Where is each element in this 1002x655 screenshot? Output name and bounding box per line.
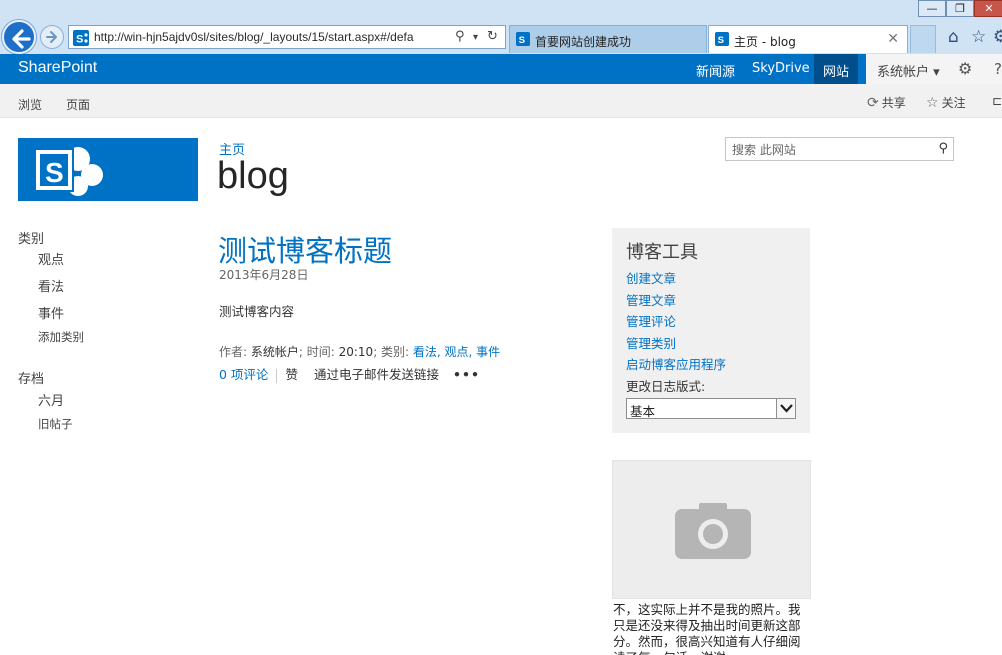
post-title[interactable]: 测试博客标题 <box>218 228 392 270</box>
tool-link-manage-comments[interactable]: 管理评论 <box>626 311 676 330</box>
tools-gear-icon[interactable]: ⚙ <box>993 27 1002 47</box>
meta-categories[interactable]: 看法, 观点, 事件 <box>413 345 500 359</box>
tool-link-manage-posts[interactable]: 管理文章 <box>626 290 676 309</box>
tool-link-launch-blog-app[interactable]: 启动博客应用程序 <box>626 354 726 373</box>
search-placeholder: 搜索 此网站 <box>732 143 796 157</box>
more-options-icon[interactable]: ••• <box>453 367 480 382</box>
focus-content-icon[interactable]: ⊏ <box>992 94 1002 108</box>
nav-item-add-category[interactable]: 添加类别 <box>38 329 84 345</box>
share-icon: ⟳ <box>867 95 879 111</box>
minimize-button[interactable]: — <box>918 0 946 17</box>
tab-label: 首要网站创建成功 <box>535 35 632 49</box>
post-date: 2013年6月28日 <box>219 268 309 282</box>
nav-item-category[interactable]: 观点 <box>38 249 64 268</box>
divider <box>276 368 278 383</box>
ribbon-tab-browse[interactable]: 浏览 <box>18 96 42 113</box>
post-body: 测试博客内容 <box>219 304 295 319</box>
photo-caption: 不，这实际上并不是我的照片。我只是还没来得及抽出时间更新这部分。然而，很高兴知道… <box>613 602 801 655</box>
photo-placeholder <box>612 460 811 599</box>
blog-tools-heading: 博客工具 <box>626 242 698 263</box>
minimize-icon: — <box>926 2 938 15</box>
sharepoint-favicon-icon: S <box>516 32 530 46</box>
user-menu[interactable]: 系统帐户 ▾ ⚙ ? <box>866 54 1002 84</box>
camera-icon <box>675 503 751 559</box>
meta-author-label: 作者: <box>219 345 251 359</box>
refresh-icon[interactable]: ↻ <box>487 29 498 44</box>
sharepoint-brand[interactable]: SharePoint <box>18 59 97 77</box>
suite-link-newsfeed[interactable]: 新闻源 <box>696 61 735 80</box>
site-logo[interactable]: S <box>18 138 198 201</box>
nav-heading-archive[interactable]: 存档 <box>18 368 44 387</box>
email-link-button[interactable]: 通过电子邮件发送链接 <box>314 367 439 382</box>
svg-text:S: S <box>76 34 83 46</box>
sharepoint-logo-icon: S <box>34 147 103 196</box>
follow-label: 关注 <box>941 96 966 110</box>
share-label: 共享 <box>881 96 906 110</box>
arrow-right-icon <box>46 31 57 43</box>
search-icon[interactable]: ⚲ <box>938 141 948 156</box>
select-dropdown-button[interactable] <box>776 399 795 418</box>
ribbon-bar: 浏览 页面 ⟳ 共享 ☆ 关注 ⊏ <box>0 84 1002 118</box>
ribbon-tab-page[interactable]: 页面 <box>66 96 90 113</box>
back-button[interactable] <box>2 20 36 54</box>
star-icon: ☆ <box>926 95 939 111</box>
suite-bar: SharePoint 新闻源 SkyDrive 网站 系统帐户 ▾ ⚙ ? <box>0 54 1002 84</box>
chevron-down-icon <box>780 404 793 413</box>
site-search-input[interactable]: 搜索 此网站 ⚲ <box>725 137 954 161</box>
close-icon: ✕ <box>984 2 994 15</box>
new-tab-button[interactable] <box>910 25 936 53</box>
nav-item-archive[interactable]: 六月 <box>38 390 64 409</box>
post-actions: 0 项评论 赞 通过电子邮件发送链接 ••• <box>219 364 480 383</box>
layout-style-label: 更改日志版式: <box>626 379 706 394</box>
address-url[interactable]: http://win-hjn5ajdv0sl/sites/blog/_layou… <box>94 30 426 44</box>
search-icon[interactable]: ⚲ <box>455 29 465 44</box>
arrow-left-icon <box>12 29 31 49</box>
forward-button[interactable] <box>40 25 64 49</box>
tab-label: 主页 - blog <box>734 35 796 49</box>
tool-link-create-post[interactable]: 创建文章 <box>626 268 676 287</box>
settings-gear-icon[interactable]: ⚙ <box>958 59 972 78</box>
sharepoint-favicon-icon: S <box>73 30 89 46</box>
tool-link-manage-categories[interactable]: 管理类别 <box>626 333 676 352</box>
sharepoint-favicon-icon: S <box>715 32 729 46</box>
svg-text:S: S <box>519 35 526 46</box>
comments-link[interactable]: 0 项评论 <box>219 367 268 382</box>
tab-home-blog[interactable]: S 主页 - blog ✕ <box>708 25 908 53</box>
restore-icon: ❐ <box>955 2 965 15</box>
suite-link-skydrive[interactable]: SkyDrive <box>752 61 810 76</box>
svg-text:S: S <box>718 35 725 46</box>
meta-time: 20:10 <box>338 345 374 359</box>
tab-site-created[interactable]: S 首要网站创建成功 <box>509 25 707 53</box>
dropdown-icon[interactable]: ▾ <box>473 32 478 43</box>
post-meta: 作者: 系统帐户; 时间: 20:10; 类别: 看法, 观点, 事件 <box>219 343 500 360</box>
like-button[interactable]: 赞 <box>285 367 298 382</box>
nav-heading-categories[interactable]: 类别 <box>18 228 44 247</box>
follow-button[interactable]: ☆ 关注 <box>926 94 966 111</box>
layout-style-select[interactable]: 基本 <box>626 398 796 419</box>
nav-item-category[interactable]: 看法 <box>38 276 64 295</box>
share-button[interactable]: ⟳ 共享 <box>867 94 906 111</box>
suite-link-sites[interactable]: 网站 <box>814 54 859 84</box>
meta-author: 系统帐户 <box>250 345 299 359</box>
browser-toolbar: — ❐ ✕ S http://win-hjn5ajdv0sl/sites/blo… <box>0 0 1002 54</box>
home-icon[interactable]: ⌂ <box>948 27 959 47</box>
blog-tools-panel: 博客工具 创建文章 管理文章 管理评论 管理类别 启动博客应用程序 更改日志版式… <box>612 228 810 433</box>
meta-category-label: ; 类别: <box>373 345 413 359</box>
svg-text:S: S <box>45 157 64 188</box>
user-name[interactable]: 系统帐户 ▾ <box>877 61 940 80</box>
nav-item-archive[interactable]: 旧帖子 <box>38 416 73 432</box>
favorites-star-icon[interactable]: ☆ <box>971 27 986 47</box>
maximize-button[interactable]: ❐ <box>946 0 974 17</box>
help-icon[interactable]: ? <box>994 60 1002 78</box>
close-window-button[interactable]: ✕ <box>974 0 1002 17</box>
close-tab-icon[interactable]: ✕ <box>887 31 899 47</box>
address-bar[interactable]: S http://win-hjn5ajdv0sl/sites/blog/_lay… <box>68 25 506 49</box>
meta-time-label: ; 时间: <box>298 345 339 359</box>
nav-item-category[interactable]: 事件 <box>38 303 64 322</box>
site-title[interactable]: blog <box>217 155 289 198</box>
layout-style-value: 基本 <box>630 404 656 419</box>
